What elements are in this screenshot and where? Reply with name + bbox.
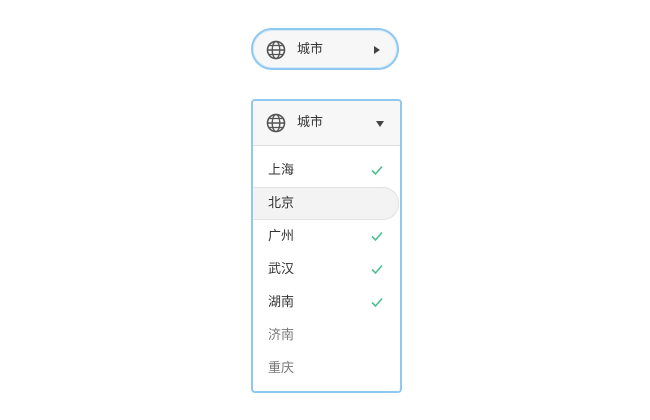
- option-chongqing[interactable]: 重庆: [253, 352, 400, 385]
- checkmark-icon: [371, 297, 383, 308]
- option-guangzhou[interactable]: 广州: [253, 220, 400, 253]
- option-label: 重庆: [268, 361, 295, 376]
- city-dropdown-collapsed[interactable]: 城市: [251, 28, 399, 70]
- checkmark-icon: [371, 165, 383, 176]
- options-list: 上海 北京 广州 武汉 湖南 济南 重庆: [253, 154, 400, 385]
- caret-right-icon: [374, 46, 380, 54]
- checkmark-icon: [371, 264, 383, 275]
- option-jinan[interactable]: 济南: [253, 319, 400, 352]
- option-beijing[interactable]: 北京: [253, 187, 399, 220]
- caret-down-icon: [376, 121, 384, 127]
- option-shanghai[interactable]: 上海: [253, 154, 400, 187]
- globe-icon: [266, 113, 286, 133]
- dropdown-header[interactable]: 城市: [253, 101, 400, 146]
- option-label: 广州: [268, 229, 295, 244]
- option-wuhan[interactable]: 武汉: [253, 253, 400, 286]
- dropdown-label: 城市: [297, 42, 324, 57]
- globe-icon: [266, 40, 286, 60]
- city-dropdown-expanded: 城市 上海 北京 广州 武汉 湖南 济南 重庆: [251, 99, 402, 393]
- option-label: 济南: [268, 328, 295, 343]
- option-label: 北京: [268, 196, 295, 211]
- option-label: 湖南: [268, 295, 295, 310]
- option-label: 武汉: [268, 262, 295, 277]
- option-hunan[interactable]: 湖南: [253, 286, 400, 319]
- dropdown-label: 城市: [297, 115, 324, 130]
- option-label: 上海: [268, 163, 295, 178]
- checkmark-icon: [371, 231, 383, 242]
